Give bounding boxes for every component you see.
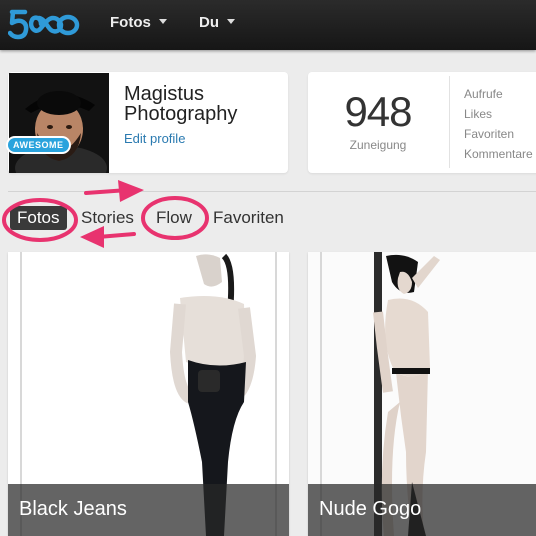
nav-du-label: Du [199, 14, 219, 31]
chevron-down-icon [227, 19, 235, 24]
tab-favoriten[interactable]: Favoriten [213, 206, 284, 230]
stat-views[interactable]: Aufrufe [464, 86, 533, 106]
tab-stories[interactable]: Stories [81, 206, 134, 230]
affection-label: Zuneigung [349, 138, 407, 152]
stats-list: Aufrufe Likes Favoriten Kommentare [464, 86, 533, 166]
stat-likes[interactable]: Likes [464, 106, 533, 126]
awesome-badge: AWESOME [8, 138, 69, 152]
profile-name: Magistus Photography [124, 83, 238, 125]
photo-title: Nude Gogo [319, 498, 422, 520]
caption-bar: Black Jeans [8, 484, 289, 536]
nav-du-menu[interactable]: Du [199, 14, 235, 34]
nav-fotos-menu[interactable]: Fotos [110, 14, 167, 34]
avatar[interactable] [9, 73, 109, 173]
logo-icon [8, 9, 80, 40]
avatar-photo [9, 73, 109, 173]
affection-count: 948 [344, 88, 412, 135]
stat-comments[interactable]: Kommentare [464, 146, 533, 166]
photo-tile[interactable]: Black Jeans [8, 252, 289, 536]
tab-flow[interactable]: Flow [156, 206, 192, 230]
nav-fotos-label: Fotos [110, 14, 151, 31]
stats-divider [449, 76, 450, 168]
photo-title: Black Jeans [19, 498, 127, 520]
top-bar: Fotos Du [0, 0, 536, 50]
stat-favorites[interactable]: Favoriten [464, 126, 533, 146]
caption-bar: Nude Gogo [308, 484, 536, 536]
logo-500px[interactable] [8, 6, 80, 42]
chevron-down-icon [158, 19, 167, 24]
section-divider [8, 191, 536, 192]
edit-profile-link[interactable]: Edit profile [124, 131, 185, 146]
tab-fotos[interactable]: Fotos [10, 206, 67, 230]
photo-tile[interactable]: Nude Gogo [308, 252, 536, 536]
